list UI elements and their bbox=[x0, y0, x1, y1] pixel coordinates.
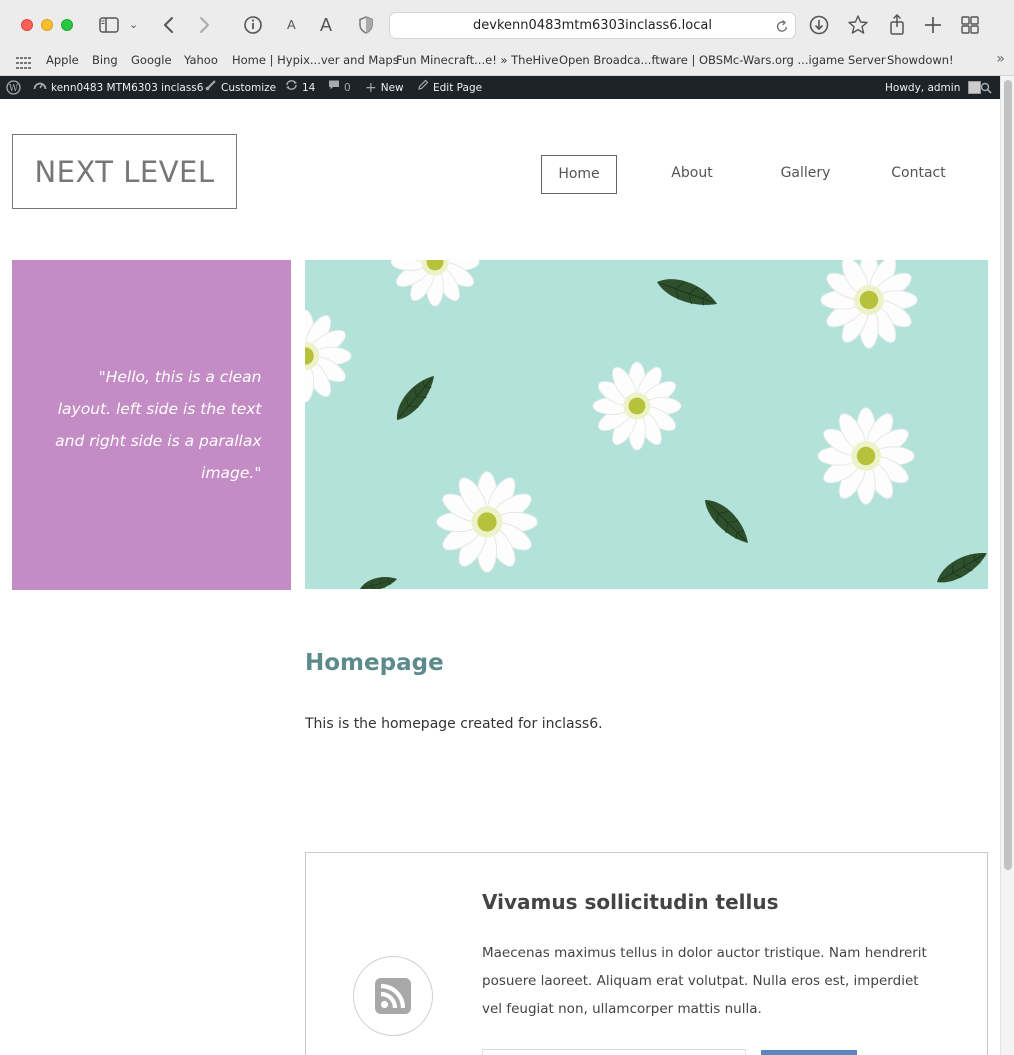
forward-arrow-icon[interactable] bbox=[196, 12, 212, 38]
bookmark-google[interactable]: Google bbox=[131, 53, 172, 67]
admin-search-icon[interactable] bbox=[980, 76, 992, 99]
bookmark-apple[interactable]: Apple bbox=[46, 53, 79, 67]
feature-submit-button[interactable] bbox=[761, 1050, 857, 1055]
share-icon[interactable] bbox=[887, 12, 907, 38]
wordpress-logo-icon[interactable]: W bbox=[6, 76, 21, 99]
hero-image bbox=[305, 260, 988, 589]
bookmark-obs[interactable]: Open Broadca...ftware | OBS bbox=[559, 53, 723, 67]
reload-icon[interactable] bbox=[775, 18, 789, 38]
more-bookmarks-icon[interactable]: » bbox=[996, 51, 1005, 67]
nav-item-home[interactable]: Home bbox=[541, 155, 617, 194]
admin-site-name: kenn0483 MTM6303 inclass6 bbox=[51, 81, 204, 94]
svg-text:W: W bbox=[9, 84, 19, 94]
rss-icon bbox=[353, 956, 433, 1036]
admin-new-label: New bbox=[380, 81, 404, 94]
admin-howdy-label: Howdy, admin bbox=[885, 81, 961, 94]
zoom-window-button[interactable] bbox=[61, 19, 73, 31]
feature-input-field[interactable] bbox=[482, 1049, 746, 1055]
flower-pattern-image bbox=[305, 260, 988, 589]
bookmark-showdown[interactable]: Showdown! bbox=[887, 53, 954, 67]
wp-admin-bar: W kenn0483 MTM6303 inclass6 Customize 14… bbox=[0, 76, 1000, 99]
admin-updates-count: 14 bbox=[302, 81, 316, 94]
nav-item-gallery[interactable]: Gallery bbox=[768, 155, 843, 194]
address-bar[interactable]: devkenn0483mtm6303inclass6.local bbox=[389, 12, 796, 39]
dashboard-gauge-icon bbox=[33, 77, 47, 99]
info-icon[interactable] bbox=[243, 12, 263, 38]
bookmark-star-icon[interactable] bbox=[847, 12, 869, 38]
hero-quote: "Hello, this is a clean layout. left sid… bbox=[55, 368, 262, 482]
scrollbar-thumb[interactable] bbox=[1004, 80, 1012, 870]
admin-site-link[interactable]: kenn0483 MTM6303 inclass6 bbox=[33, 76, 203, 99]
feature-box: Vivamus sollicitudin tellus Maecenas max… bbox=[305, 852, 988, 1055]
page-title: Homepage bbox=[305, 650, 444, 676]
shield-icon[interactable] bbox=[357, 12, 375, 38]
tab-overview-icon[interactable] bbox=[959, 12, 981, 38]
nav-item-contact[interactable]: Contact bbox=[880, 155, 957, 194]
feature-title: Vivamus sollicitudin tellus bbox=[482, 890, 779, 914]
feature-text: Maecenas maximus tellus in dolor auctor … bbox=[482, 945, 927, 1017]
page-scrollbar[interactable] bbox=[1000, 76, 1014, 1055]
site-logo[interactable]: NEXT LEVEL bbox=[12, 134, 237, 209]
page-body-text: This is the homepage created for inclass… bbox=[305, 716, 603, 732]
back-arrow-icon[interactable] bbox=[161, 12, 177, 38]
bookmark-yahoo[interactable]: Yahoo bbox=[184, 53, 218, 67]
admin-customize-link[interactable]: Customize bbox=[205, 76, 276, 99]
pencil-icon bbox=[417, 77, 429, 99]
admin-edit-page-label: Edit Page bbox=[433, 81, 483, 94]
admin-comments-link[interactable]: 0 bbox=[328, 76, 351, 99]
bookmark-hypixel[interactable]: Home | Hypix...ver and Maps bbox=[232, 53, 399, 67]
admin-new-link[interactable]: + New bbox=[365, 76, 404, 99]
nav-item-about[interactable]: About bbox=[655, 155, 729, 194]
quote-panel: "Hello, this is a clean layout. left sid… bbox=[12, 260, 291, 590]
bookmark-bing[interactable]: Bing bbox=[92, 53, 118, 67]
bookmark-thehive[interactable]: Fun Minecraft...e! » TheHive bbox=[396, 53, 558, 67]
text-smaller-button[interactable]: A bbox=[287, 12, 296, 38]
close-window-button[interactable] bbox=[21, 19, 33, 31]
text-larger-button[interactable]: A bbox=[320, 12, 332, 38]
brush-icon bbox=[205, 77, 217, 99]
bookmarks-bar: Apple Bing Google Yahoo Home | Hypix...v… bbox=[0, 50, 1014, 70]
admin-account-link[interactable]: Howdy, admin bbox=[885, 76, 982, 99]
admin-customize-label: Customize bbox=[221, 81, 277, 94]
admin-comments-count: 0 bbox=[344, 81, 351, 94]
apps-grid-icon[interactable] bbox=[16, 54, 31, 73]
new-tab-plus-icon[interactable] bbox=[922, 12, 944, 38]
url-text: devkenn0483mtm6303inclass6.local bbox=[473, 18, 712, 33]
browser-toolbar: ⌄ A A devkenn0483mtm6303inclass6.local A… bbox=[0, 0, 1014, 76]
admin-updates-link[interactable]: 14 bbox=[285, 76, 315, 99]
bookmark-mc-wars[interactable]: Mc-Wars.org ...igame Server bbox=[723, 53, 886, 67]
admin-edit-page-link[interactable]: Edit Page bbox=[417, 76, 482, 99]
comment-bubble-icon bbox=[328, 77, 340, 99]
chevron-down-icon[interactable]: ⌄ bbox=[129, 12, 138, 38]
download-icon[interactable] bbox=[808, 12, 830, 38]
sidebar-toggle-icon[interactable] bbox=[98, 12, 120, 38]
plus-icon: + bbox=[365, 79, 377, 96]
updates-refresh-icon bbox=[285, 77, 298, 99]
site-logo-text: NEXT LEVEL bbox=[34, 154, 215, 189]
minimize-window-button[interactable] bbox=[41, 19, 53, 31]
